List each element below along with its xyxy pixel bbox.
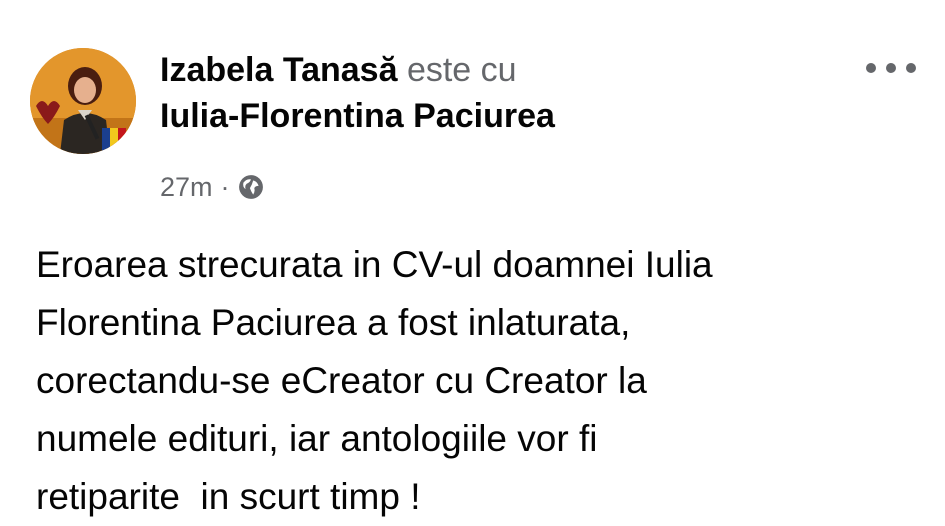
avatar-photo-icon (30, 48, 136, 154)
post-meta: 27m · (160, 170, 264, 204)
post-body-line: corectandu-se eCreator cu Creator la (36, 360, 647, 401)
globe-icon[interactable] (238, 174, 264, 200)
post-body-line: Eroarea strecurata in CV-ul doamnei Iuli… (36, 244, 713, 285)
post-body-line: retiparite in scurt timp ! (36, 476, 421, 517)
post-timestamp[interactable]: 27m (160, 170, 213, 204)
tagged-line: Iulia-Florentina Paciurea (160, 96, 860, 136)
author-name-link[interactable]: Izabela Tanasă (160, 51, 398, 89)
more-options-icon (906, 63, 916, 73)
author-line: Izabela Tanasă este cu (160, 50, 860, 90)
more-options-button[interactable] (866, 56, 916, 80)
more-options-icon (866, 63, 876, 73)
post-body: Eroarea strecurata in CV-ul doamnei Iuli… (36, 236, 916, 526)
tagged-person-link[interactable]: Iulia-Florentina Paciurea (160, 97, 555, 135)
post-header: Izabela Tanasă este cu Iulia-Florentina … (160, 50, 860, 136)
meta-separator: · (220, 172, 230, 202)
post-body-line: numele edituri, iar antologiile vor fi (36, 418, 598, 459)
author-avatar[interactable] (30, 48, 136, 154)
facebook-post: Izabela Tanasă este cu Iulia-Florentina … (0, 0, 945, 526)
post-body-line: Florentina Paciurea a fost inlaturata, (36, 302, 631, 343)
with-text: este cu (406, 51, 517, 89)
more-options-icon (886, 63, 896, 73)
